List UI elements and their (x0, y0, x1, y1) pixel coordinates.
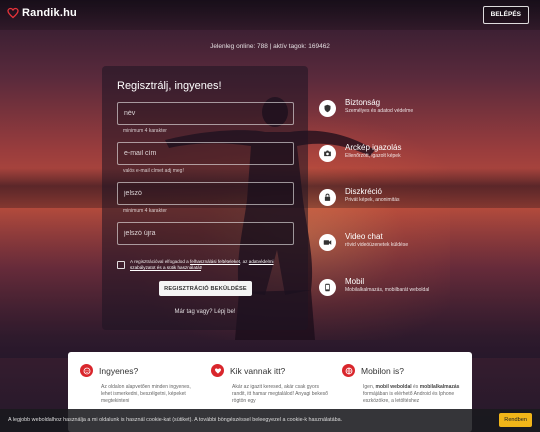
email-hint: valós e-mail címet adj meg! (123, 168, 184, 174)
feature-title: Diszkréció (345, 187, 382, 196)
feature-security: Biztonság Személyes és adatod védelme (319, 98, 413, 117)
feature-photo-verify: Arckép igazolás Ellenőrzött, igazolt kép… (319, 143, 401, 162)
online-stats: Jelenleg online: 788 | aktív tagok: 1694… (210, 43, 330, 50)
feature-title: Video chat (345, 232, 383, 241)
info-title: Mobilon is? (361, 365, 404, 376)
info-mobile: Mobilon is? Igen, mobil weboldal és mobi… (342, 364, 462, 406)
terms-row: A regisztrációval elfogadod a felhasznál… (117, 259, 297, 271)
shield-icon (319, 100, 336, 117)
feature-mobile: Mobil Mobilalkalmazás, mobilbarát webold… (319, 277, 429, 296)
camera-icon (319, 145, 336, 162)
feature-title: Biztonság (345, 98, 381, 107)
cookie-accept-button[interactable]: Rendben (499, 413, 532, 427)
feature-desc: Személyes és adatod védelme (345, 108, 414, 114)
feature-discretion: Diszkréció Privát képek, anonimitás (319, 187, 399, 206)
cookie-text: A legjobb weboldalhoz használja a mi old… (8, 417, 343, 423)
feature-desc: Mobilalkalmazás, mobilbarát weboldal (345, 287, 430, 293)
login-button[interactable]: BELÉPÉS (482, 6, 529, 24)
info-free: Ingyenes? Az oldalon alapvetően minden i… (80, 364, 200, 406)
name-hint: minimum 4 karakter (123, 128, 167, 134)
info-title: Kik vannak itt? (230, 365, 286, 376)
feature-desc: rövid videóüzenetek küldése (345, 242, 409, 248)
logo-text: Randik.hu (22, 7, 77, 19)
feature-title: Arckép igazolás (345, 143, 402, 152)
registration-card: Regisztrálj, ingyenes! minimum 4 karakte… (102, 66, 308, 330)
info-text: Az oldalon alapvetően minden ingyenes, l… (101, 384, 191, 405)
password-field[interactable] (117, 182, 294, 205)
heart-icon (211, 364, 224, 377)
terms-checkbox[interactable] (117, 261, 125, 269)
feature-video-chat: Video chat rövid videóüzenetek küldése (319, 232, 408, 251)
info-text: Igen, mobil weboldal és mobilalkalmazás … (363, 384, 460, 405)
terms-link[interactable]: felhasználási feltételeket (190, 259, 240, 264)
email-field[interactable] (117, 142, 294, 165)
password-confirm-field[interactable] (117, 222, 294, 245)
info-title: Ingyenes? (99, 365, 139, 376)
logo[interactable]: Randik.hu (7, 7, 77, 19)
heart-logo-icon (7, 7, 19, 19)
registration-title: Regisztrálj, ingyenes! (117, 80, 222, 92)
password-hint: minimum 4 karakter (123, 208, 167, 214)
register-submit-button[interactable]: REGISZTRÁCIÓ BEKÜLDÉSE (159, 281, 252, 296)
top-bar: Randik.hu BELÉPÉS (0, 0, 540, 30)
globe-icon (342, 364, 355, 377)
video-icon (319, 234, 336, 251)
info-text: Akár az igazit keresed, akár csak gyors … (232, 384, 328, 405)
feature-title: Mobil (345, 277, 365, 286)
login-link[interactable]: Már tag vagy? Lépj be! (102, 309, 308, 315)
feature-desc: Privát képek, anonimitás (345, 197, 400, 203)
feature-desc: Ellenőrzött, igazolt képek (345, 153, 401, 159)
terms-text: A regisztrációval elfogadod a felhasznál… (130, 259, 274, 270)
lock-icon (319, 189, 336, 206)
smile-icon (80, 364, 93, 377)
info-who: Kik vannak itt? Akár az igazit keresed, … (211, 364, 331, 406)
cookie-banner: A legjobb weboldalhoz használja a mi old… (0, 409, 540, 432)
name-field[interactable] (117, 102, 294, 125)
mobile-icon (319, 279, 336, 296)
